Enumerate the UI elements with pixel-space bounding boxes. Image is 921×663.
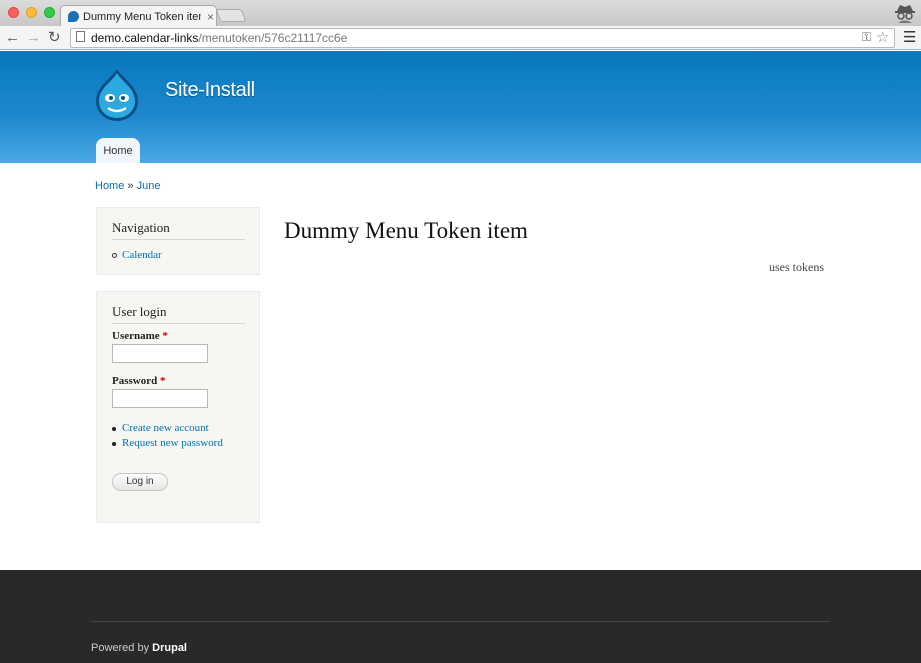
navigation-block-title: Navigation: [112, 220, 245, 240]
password-label: Password *: [112, 375, 165, 387]
user-login-title: User login: [112, 304, 245, 324]
request-password-link[interactable]: Request new password: [122, 437, 223, 449]
site-name[interactable]: Site-Install: [165, 79, 255, 102]
password-input[interactable]: [112, 389, 208, 408]
minimize-window-button[interactable]: [26, 7, 37, 18]
login-button[interactable]: Log in: [112, 473, 168, 491]
breadcrumb-separator: »: [124, 180, 137, 192]
url-path: /menutoken/576c21117cc6e: [198, 31, 348, 45]
user-login-block: User login Username * Password * Create …: [96, 291, 260, 523]
username-label: Username *: [112, 330, 168, 342]
drupal-logo-icon[interactable]: [94, 68, 140, 122]
username-label-text: Username: [112, 330, 160, 342]
breadcrumb-june-link[interactable]: June: [137, 180, 161, 192]
bookmark-star-icon[interactable]: ☆: [876, 28, 889, 46]
nav-link-calendar[interactable]: Calendar: [122, 249, 162, 261]
site-footer: Powered by Drupal: [0, 570, 921, 663]
main-menu-home-tab[interactable]: Home: [96, 138, 140, 163]
list-bullet-icon: [112, 442, 116, 446]
site-header: Site-Install Home: [0, 51, 921, 163]
url-host: demo.calendar-links: [91, 31, 199, 45]
page-title: Dummy Menu Token item: [284, 218, 528, 243]
drupal-favicon-icon: [68, 11, 79, 22]
page-icon: [76, 31, 85, 42]
incognito-icon: [895, 5, 915, 23]
close-window-button[interactable]: [8, 7, 19, 18]
navigation-block: Navigation Calendar: [96, 207, 260, 275]
breadcrumb: Home » June: [95, 180, 160, 192]
create-account-link[interactable]: Create new account: [122, 422, 209, 434]
tab-close-icon[interactable]: ×: [207, 10, 214, 24]
browser-toolbar: ← → ↻ demo.calendar-links/menutoken/576c…: [0, 26, 921, 50]
maximize-window-button[interactable]: [44, 7, 55, 18]
tab-title: Dummy Menu Token item: [83, 10, 201, 23]
powered-by: Powered by Drupal: [91, 642, 187, 654]
required-marker: *: [162, 330, 168, 342]
key-icon[interactable]: ⚿: [862, 30, 871, 45]
browser-tab[interactable]: Dummy Menu Token item ×: [60, 5, 217, 27]
password-label-text: Password: [112, 375, 158, 387]
list-bullet-icon: [112, 253, 117, 258]
list-bullet-icon: [112, 427, 116, 431]
required-marker: *: [159, 375, 166, 387]
reload-icon[interactable]: ↻: [48, 28, 61, 48]
address-bar[interactable]: demo.calendar-links/menutoken/576c21117c…: [70, 28, 895, 48]
browser-titlebar: Dummy Menu Token item ×: [0, 0, 921, 27]
powered-by-prefix: Powered by: [91, 642, 153, 654]
username-input[interactable]: [112, 344, 208, 363]
new-tab-button[interactable]: [215, 9, 247, 22]
back-icon[interactable]: ←: [5, 28, 20, 48]
breadcrumb-home-link[interactable]: Home: [95, 180, 124, 192]
forward-icon[interactable]: →: [26, 28, 41, 48]
footer-divider: [91, 621, 830, 622]
page-body-text: uses tokens: [769, 260, 824, 274]
window-controls: [8, 7, 55, 18]
browser-menu-icon[interactable]: ☰: [903, 28, 916, 46]
drupal-link[interactable]: Drupal: [152, 642, 187, 654]
